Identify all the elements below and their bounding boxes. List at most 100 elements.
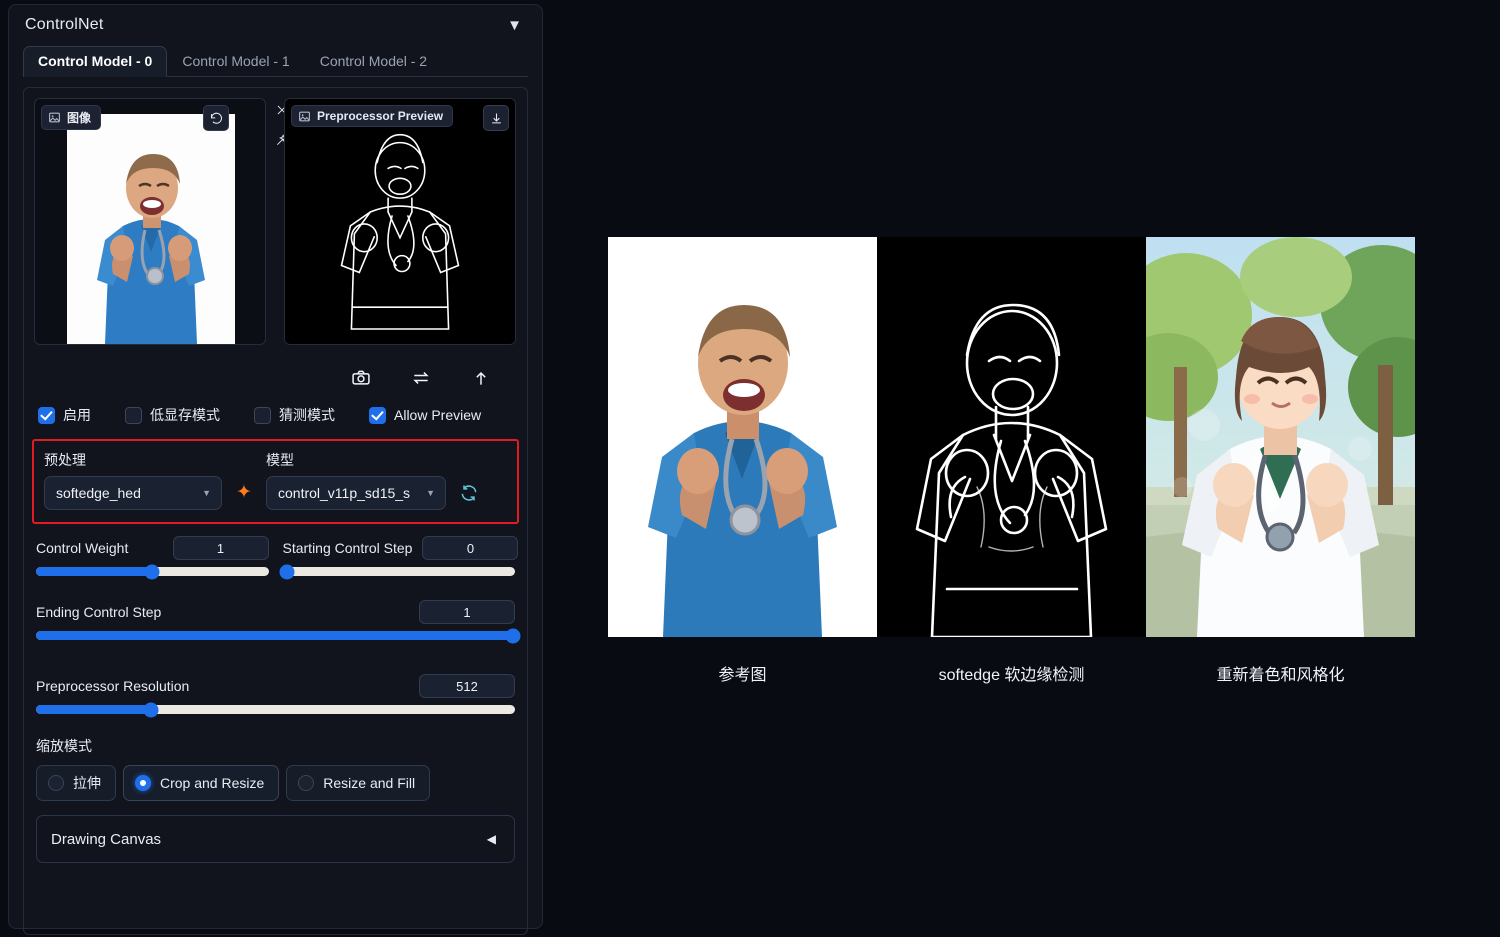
slider-track[interactable]	[36, 631, 515, 640]
tab-control-model-2[interactable]: Control Model - 2	[305, 46, 442, 76]
radio-crop-and-resize-dot[interactable]	[135, 775, 151, 791]
radio-crop-and-resize[interactable]: Crop and Resize	[123, 765, 279, 801]
refresh-icon	[459, 483, 479, 503]
tab-control-model-1[interactable]: Control Model - 1	[167, 46, 304, 76]
image-badge: 图像	[41, 105, 101, 130]
checkbox-allow-preview-box[interactable]	[369, 407, 386, 424]
refresh-models-button[interactable]	[456, 480, 482, 506]
radio-stretch-label: 拉伸	[73, 773, 101, 793]
slider-label: Ending Control Step	[36, 604, 161, 620]
camera-button[interactable]	[351, 368, 371, 393]
checkbox-low-vram-label: 低显存模式	[150, 405, 220, 425]
swap-icon	[411, 368, 431, 388]
tab-control-model-0[interactable]: Control Model - 0	[23, 46, 167, 76]
gallery-caption-reference: 参考图	[608, 661, 877, 685]
gallery-image-stylized[interactable]	[1146, 237, 1415, 637]
checkbox-enable-label: 启用	[63, 405, 91, 425]
slider-thumb[interactable]	[280, 564, 295, 579]
model-label: 模型	[266, 450, 446, 470]
slider-value-input[interactable]: 1	[419, 600, 515, 624]
upload-button[interactable]	[471, 368, 491, 393]
slider-control-weight: Control Weight 1	[36, 536, 269, 576]
radio-resize-and-fill-dot[interactable]	[298, 775, 314, 791]
image-action-toolbar	[34, 345, 517, 399]
radio-crop-and-resize-label: Crop and Resize	[160, 775, 264, 791]
slider-thumb[interactable]	[143, 702, 158, 717]
tab-label: Control Model - 1	[182, 53, 289, 69]
checkbox-enable-box[interactable]	[38, 407, 55, 424]
slider-label: Control Weight	[36, 540, 128, 556]
reference-thumbnail	[67, 114, 235, 345]
model-field: 模型 control_v11p_sd15_s ▼	[266, 450, 446, 510]
radio-stretch-dot[interactable]	[48, 775, 64, 791]
spark-icon[interactable]: ✦	[232, 476, 256, 510]
slider-row-top: Control Weight 1 Starting Control Step 0	[36, 536, 515, 584]
gallery-image-reference[interactable]	[608, 237, 877, 637]
reference-photo	[608, 237, 877, 637]
drawing-canvas-title: Drawing Canvas	[51, 831, 161, 848]
checkbox-guess-mode-label: 猜测模式	[279, 405, 335, 425]
checkbox-allow-preview[interactable]: Allow Preview	[369, 407, 481, 424]
swap-button[interactable]	[411, 368, 431, 393]
preview-badge-label: Preprocessor Preview	[317, 109, 443, 123]
preprocessor-preview-panel: Preprocessor Preview	[284, 98, 516, 345]
preprocessor-select[interactable]: softedge_hed ▼	[44, 476, 222, 510]
result-gallery: 参考图	[608, 237, 1415, 685]
image-badge-label: 图像	[67, 109, 91, 126]
resize-mode-label: 缩放模式	[36, 736, 517, 756]
preprocessor-label: 预处理	[44, 450, 222, 470]
slider-value-input[interactable]: 0	[422, 536, 518, 560]
softedge-thumb	[285, 99, 515, 344]
gallery-image-softedge[interactable]	[877, 237, 1146, 637]
slider-ending-control-step: Ending Control Step 1	[36, 600, 515, 640]
radio-stretch[interactable]: 拉伸	[36, 765, 116, 801]
image-panels: 图像	[34, 98, 517, 345]
undo-button[interactable]	[203, 105, 229, 131]
preprocessor-preview-image[interactable]: Preprocessor Preview	[284, 98, 516, 345]
chevron-down-icon[interactable]: ▼	[503, 16, 526, 35]
download-button[interactable]	[483, 105, 509, 131]
slider-track[interactable]	[36, 705, 515, 714]
chevron-left-icon[interactable]: ◀	[487, 832, 496, 846]
options-row: 启用 低显存模式 猜测模式 Allow Preview	[34, 399, 517, 439]
radio-resize-and-fill[interactable]: Resize and Fill	[286, 765, 430, 801]
control-image-dropzone[interactable]: 图像	[34, 98, 266, 345]
slider-value-input[interactable]: 1	[173, 536, 269, 560]
slider-track[interactable]	[283, 567, 516, 576]
gallery-item-stylized: 重新着色和风格化	[1146, 237, 1415, 685]
slider-preprocessor-resolution: Preprocessor Resolution 512	[36, 674, 515, 714]
control-model-0-body: 图像	[23, 87, 528, 935]
page-title: ControlNet	[25, 16, 103, 34]
checkbox-enable[interactable]: 启用	[38, 405, 91, 425]
undo-icon	[209, 111, 224, 126]
control-image-panel: 图像	[34, 98, 266, 345]
slider-track[interactable]	[36, 567, 269, 576]
tab-bar: Control Model - 0 Control Model - 1 Cont…	[23, 45, 528, 77]
model-value: control_v11p_sd15_s	[278, 485, 410, 501]
preview-badge: Preprocessor Preview	[291, 105, 453, 127]
slider-label: Preprocessor Resolution	[36, 678, 189, 694]
gallery-caption-stylized: 重新着色和风格化	[1146, 661, 1415, 685]
checkbox-guess-mode-box[interactable]	[254, 407, 271, 424]
stylized-illustration	[1146, 237, 1415, 637]
slider-thumb[interactable]	[505, 628, 520, 643]
model-select[interactable]: control_v11p_sd15_s ▼	[266, 476, 446, 510]
slider-thumb[interactable]	[145, 564, 160, 579]
drawing-canvas-accordion[interactable]: Drawing Canvas ◀	[36, 815, 515, 863]
gallery-item-softedge: softedge 软边缘检测	[877, 237, 1146, 685]
checkbox-low-vram[interactable]: 低显存模式	[125, 405, 220, 425]
checkbox-low-vram-box[interactable]	[125, 407, 142, 424]
camera-icon	[351, 368, 371, 388]
slider-group: Control Weight 1 Starting Control Step 0	[34, 536, 517, 714]
upload-arrow-icon	[471, 368, 491, 388]
gallery-caption-softedge: softedge 软边缘检测	[877, 661, 1146, 685]
preprocessor-value: softedge_hed	[56, 485, 141, 501]
radio-resize-and-fill-label: Resize and Fill	[323, 775, 415, 791]
tab-label: Control Model - 2	[320, 53, 427, 69]
resize-mode-group: 拉伸 Crop and Resize Resize and Fill	[34, 765, 517, 801]
checkbox-guess-mode[interactable]: 猜测模式	[254, 405, 335, 425]
controlnet-panel: ControlNet ▼ Control Model - 0 Control M…	[8, 4, 543, 929]
slider-value-input[interactable]: 512	[419, 674, 515, 698]
preprocessor-field: 预处理 softedge_hed ▼	[44, 450, 222, 510]
slider-starting-control-step: Starting Control Step 0	[283, 536, 516, 576]
